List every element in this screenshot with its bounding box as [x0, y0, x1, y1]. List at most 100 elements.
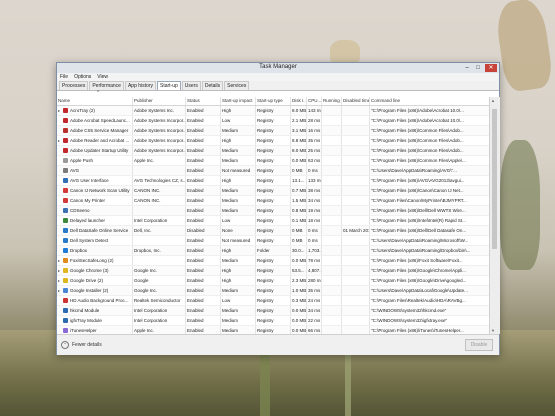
expand-arrow-icon[interactable]: ▸: [58, 256, 62, 265]
column-header-cpu[interactable]: CPU...: [307, 97, 322, 105]
app-name: Adobe Acrobat SpeedLaunc...: [70, 118, 130, 123]
table-row[interactable]: AVG User Interface AVG Technologies CZ, s…: [57, 176, 489, 186]
command-line-cell: "C:\Program Files (x86)\Common Files\Ado…: [371, 138, 464, 143]
minimize-button[interactable]: –: [463, 64, 471, 72]
expand-arrow-icon[interactable]: ▸: [58, 106, 62, 115]
disabled-time-cell: 01 March 2013 ...: [343, 226, 370, 235]
tab-processes[interactable]: Processes: [59, 81, 89, 90]
table-row[interactable]: CDSeeno Enabled Medium Registry 0.8 MB 19 ms "…: [57, 206, 489, 216]
running-now-cell: [322, 256, 342, 265]
name-cell: ▸ AcroTray (2): [57, 106, 133, 115]
title-bar[interactable]: Task Manager – □ ✕: [57, 63, 499, 73]
menu-options[interactable]: Options: [74, 73, 91, 81]
cpu-cell: 25 ms: [308, 146, 322, 155]
disk-io-cell: 2.1 MB: [292, 116, 307, 125]
column-header-status[interactable]: Status: [186, 97, 221, 105]
tab-details[interactable]: Details: [201, 81, 224, 90]
vertical-scrollbar[interactable]: ▲ ▼: [489, 97, 500, 334]
disk-io-cell: 0 MB: [291, 236, 307, 245]
disable-button[interactable]: Disable: [465, 339, 493, 351]
command-line-cell: "C:\Users\Dave\AppData\Local\Google\Upda…: [371, 288, 468, 293]
column-header-running-now[interactable]: Running ...: [322, 97, 342, 105]
table-row[interactable]: ▸ Google Installer (2) Google Inc. Enabled M…: [57, 286, 489, 296]
table-row[interactable]: Canon My Printer CANON INC. Enabled Medium R…: [57, 196, 489, 206]
tab-app-history[interactable]: App history: [124, 81, 156, 90]
publisher-cell: Intel Corporation: [133, 316, 186, 325]
table-row[interactable]: AVG Enabled Not measured Registry 0 MB 0 ms "C…: [57, 166, 489, 176]
name-cell: AVG: [57, 166, 133, 175]
table-row[interactable]: Dell DataSafe Online Service Dell, Inc. Di…: [57, 226, 489, 236]
expand-arrow-icon[interactable]: ▸: [58, 266, 62, 275]
disk-io-cell: 0.1 MB: [292, 216, 307, 225]
publisher-cell: CANON INC.: [133, 196, 186, 205]
table-row[interactable]: Dropbox Dropbox, Inc. Enabled High Folder 30.…: [57, 246, 489, 256]
menu-file[interactable]: File: [60, 73, 68, 81]
column-header-disk-io[interactable]: Disk I...: [291, 97, 307, 105]
sort-arrow-icon: ^: [97, 90, 100, 96]
table-row[interactable]: Adobe Acrobat SpeedLaunc... Adobe Systems…: [57, 116, 489, 126]
tab-users[interactable]: Users: [181, 81, 201, 90]
table-row[interactable]: ▸ Google Drive (2) Google Enabled High Regist…: [57, 276, 489, 286]
table-row[interactable]: Apple Push Apple Inc. Enabled Medium Registr…: [57, 156, 489, 166]
app-name: Dell System Detect: [70, 238, 109, 243]
table-row[interactable]: ▸ Google Chrome (3) Google Inc. Enabled High…: [57, 266, 489, 276]
publisher-cell: AVG Technologies CZ, s...: [134, 176, 186, 185]
fewer-details-link[interactable]: ⌃ Fewer details: [61, 341, 102, 349]
column-header-name[interactable]: Name: [57, 97, 133, 105]
app-name: Apple Push: [70, 158, 94, 163]
column-header-command-line[interactable]: Command line: [370, 97, 489, 105]
column-header-disabled-time[interactable]: Disabled time: [342, 97, 370, 105]
expand-arrow-icon[interactable]: ▸: [58, 276, 62, 285]
column-header-publisher[interactable]: Publisher: [133, 97, 186, 105]
table-row[interactable]: HD Audio Background Proc... Realtek Semic…: [57, 296, 489, 306]
name-cell: Adobe Updater Startup Utility: [57, 146, 133, 155]
status-cell: Enabled: [186, 316, 221, 325]
command-line-cell: "C:\Program Files\Canon\MyPrinter\BJMYPR…: [371, 198, 467, 203]
running-now-cell: [322, 286, 342, 295]
command-line-cell: "C:\Program Files (x86)\Google\Drive\goo…: [371, 278, 467, 283]
startup-impact-cell: Medium: [221, 196, 256, 205]
status-cell: Enabled: [186, 146, 221, 155]
expand-arrow-icon[interactable]: ▸: [58, 286, 62, 295]
cpu-cell: 63 ms: [308, 156, 322, 165]
table-row[interactable]: hkcmd Module Intel Corporation Enabled Medi…: [57, 306, 489, 316]
table-row[interactable]: Adobe Updater Startup Utility Adobe Syste…: [57, 146, 489, 156]
chevron-up-icon: ⌃: [61, 341, 69, 349]
expand-arrow-icon[interactable]: ▸: [58, 136, 62, 145]
tab-services[interactable]: Services: [224, 81, 250, 90]
table-row[interactable]: Dell System Detect Enabled Not measured Reg…: [57, 236, 489, 246]
column-header-startup-impact[interactable]: Start-up impact: [221, 97, 256, 105]
table-row[interactable]: ▸ AcroTray (2) Adobe Systems Inc. Enabled Hi…: [57, 106, 489, 116]
publisher-cell: Adobe Systems Incorpor...: [134, 146, 186, 155]
publisher-cell: [133, 256, 186, 265]
startup-impact-cell: Medium: [221, 206, 256, 215]
tab-startup[interactable]: Start-up: [156, 81, 181, 90]
table-row[interactable]: Canon IJ Network Scan Utility CANON INC. E…: [57, 186, 489, 196]
command-line-cell: "C:\Program Files (x86)\Intel\Intel(R) R…: [371, 218, 466, 223]
maximize-button[interactable]: □: [474, 64, 482, 72]
startup-impact-cell: Medium: [221, 156, 256, 165]
disabled-time-cell: [342, 326, 370, 334]
name-cell: HD Audio Background Proc...: [57, 296, 133, 305]
status-cell: Enabled: [186, 106, 221, 115]
close-button[interactable]: ✕: [485, 64, 497, 72]
table-row[interactable]: igfxTray Module Intel Corporation Enabled M…: [57, 316, 489, 326]
cpu-cell: 28 ms: [308, 116, 322, 125]
status-cell: Enabled: [186, 206, 221, 215]
cpu-cell: 0 ms: [307, 226, 322, 235]
table-row[interactable]: ▸ Adobe Reader and Acrobat ... Adobe Syste…: [57, 136, 489, 146]
scroll-down-icon[interactable]: ▼: [491, 328, 495, 333]
tab-performance[interactable]: Performance: [89, 81, 124, 90]
table-row[interactable]: Delayed launcher Intel Corporation Enabled…: [57, 216, 489, 226]
command-line-cell: "C:\Program Files (x86)\Common Files\Ado…: [371, 148, 464, 153]
table-row[interactable]: ▸ FoxitSecSafeLong (2) Enabled Medium Regist…: [57, 256, 489, 266]
scrollbar-thumb[interactable]: [492, 109, 497, 249]
column-header-startup-type[interactable]: Start-up type: [256, 97, 291, 105]
scroll-up-icon[interactable]: ▲: [491, 98, 495, 103]
table-row[interactable]: Adobe CS5 Service Manager Adobe Systems I…: [57, 126, 489, 136]
table-row[interactable]: iTunesHelper Apple Inc. Enabled Medium Regis…: [57, 326, 489, 334]
app-name: Canon IJ Network Scan Utility: [70, 188, 130, 193]
publisher-cell: CANON INC.: [133, 186, 186, 195]
app-icon: [63, 168, 68, 173]
menu-view[interactable]: View: [97, 73, 108, 81]
